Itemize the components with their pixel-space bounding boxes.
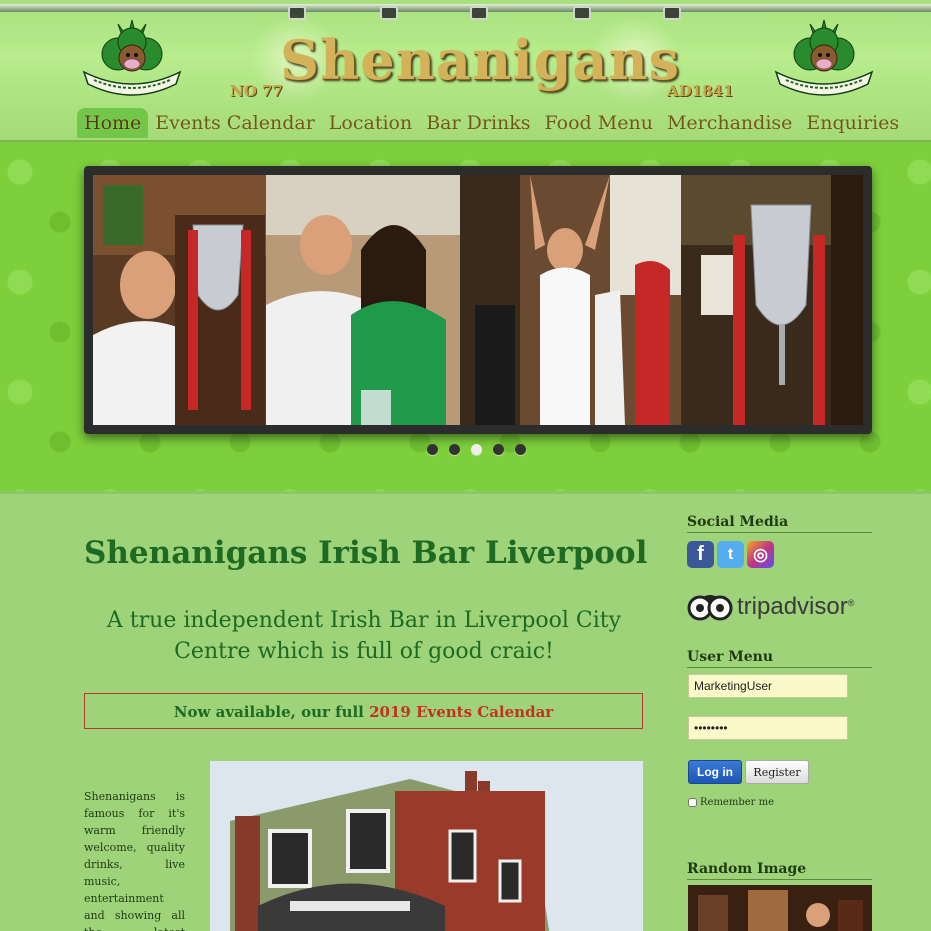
nav-events-calendar[interactable]: Events Calendar	[148, 108, 322, 138]
slider-dot[interactable]	[427, 444, 438, 455]
spotlight	[573, 6, 591, 20]
notice-text: Now available, our full	[173, 703, 370, 721]
login-button[interactable]: Log in	[688, 760, 742, 784]
random-image-heading: Random Image	[687, 861, 872, 880]
slider-dot[interactable]	[493, 444, 504, 455]
remember-me-label: Remember me	[700, 797, 775, 808]
spotlight	[470, 6, 488, 20]
shamrock-logo-right[interactable]	[770, 18, 878, 98]
bar-number: NO 77	[230, 82, 283, 100]
established-year: AD1841	[667, 82, 734, 100]
lighting-rail	[0, 4, 931, 12]
nav-food-menu[interactable]: Food Menu	[538, 108, 660, 138]
slider-band	[0, 142, 931, 494]
social-media-heading: Social Media	[687, 514, 872, 533]
slide-photo-trophy-bar	[681, 175, 863, 425]
pub-building-photo	[210, 761, 643, 931]
twitter-icon[interactable]: t	[717, 541, 744, 568]
nav-merchandise[interactable]: Merchandise	[660, 108, 799, 138]
tagline: A true independent Irish Bar in Liverpoo…	[106, 608, 622, 664]
tripadvisor-owl-icon	[687, 595, 733, 621]
slide-photo-trophy-man	[93, 175, 266, 425]
nav-home[interactable]: Home	[77, 108, 149, 138]
site-header: Shenanigans NO 77 AD1841 Home Events Cal…	[0, 0, 931, 142]
nav-location[interactable]: Location	[322, 108, 419, 138]
main-nav: Home Events Calendar Location Bar Drinks…	[77, 108, 906, 138]
slider-dot[interactable]	[449, 444, 460, 455]
register-button[interactable]: Register	[745, 760, 809, 784]
spotlight	[663, 6, 681, 20]
remember-me-checkbox[interactable]	[688, 798, 697, 807]
tripadvisor-logo[interactable]: tripadvisor ®	[687, 593, 854, 621]
social-icons: f t ◎	[687, 541, 774, 568]
password-input[interactable]	[688, 716, 848, 740]
tripadvisor-wordmark: tripadvisor	[737, 593, 848, 620]
nav-bar-drinks[interactable]: Bar Drinks	[419, 108, 537, 138]
intro-text: Shenanigans is famous for it's warm frie…	[84, 790, 185, 931]
facebook-icon[interactable]: f	[687, 541, 714, 568]
random-image-photo[interactable]	[688, 885, 872, 931]
events-calendar-link[interactable]: 2019 Events Calendar	[369, 703, 553, 721]
slide-photo-celebrating-fans	[460, 175, 681, 425]
site-title[interactable]: Shenanigans	[270, 28, 690, 92]
slider-pagination	[427, 444, 526, 455]
nav-enquiries[interactable]: Enquiries	[799, 108, 906, 138]
slide-photo-pub-friends	[266, 175, 460, 425]
remember-me[interactable]: Remember me	[688, 797, 774, 808]
page-title: Shenanigans Irish Bar Liverpool	[84, 535, 648, 571]
spotlight	[380, 6, 398, 20]
events-notice: Now available, our full 2019 Events Cale…	[84, 693, 643, 729]
user-menu-heading: User Menu	[687, 649, 872, 668]
slider-dot[interactable]	[515, 444, 526, 455]
image-slider[interactable]	[84, 166, 872, 434]
instagram-icon[interactable]: ◎	[747, 541, 774, 568]
username-input[interactable]	[688, 674, 848, 698]
shamrock-logo-left[interactable]	[78, 18, 186, 98]
registered-mark: ®	[847, 598, 855, 608]
slider-dot-active[interactable]	[471, 444, 482, 455]
